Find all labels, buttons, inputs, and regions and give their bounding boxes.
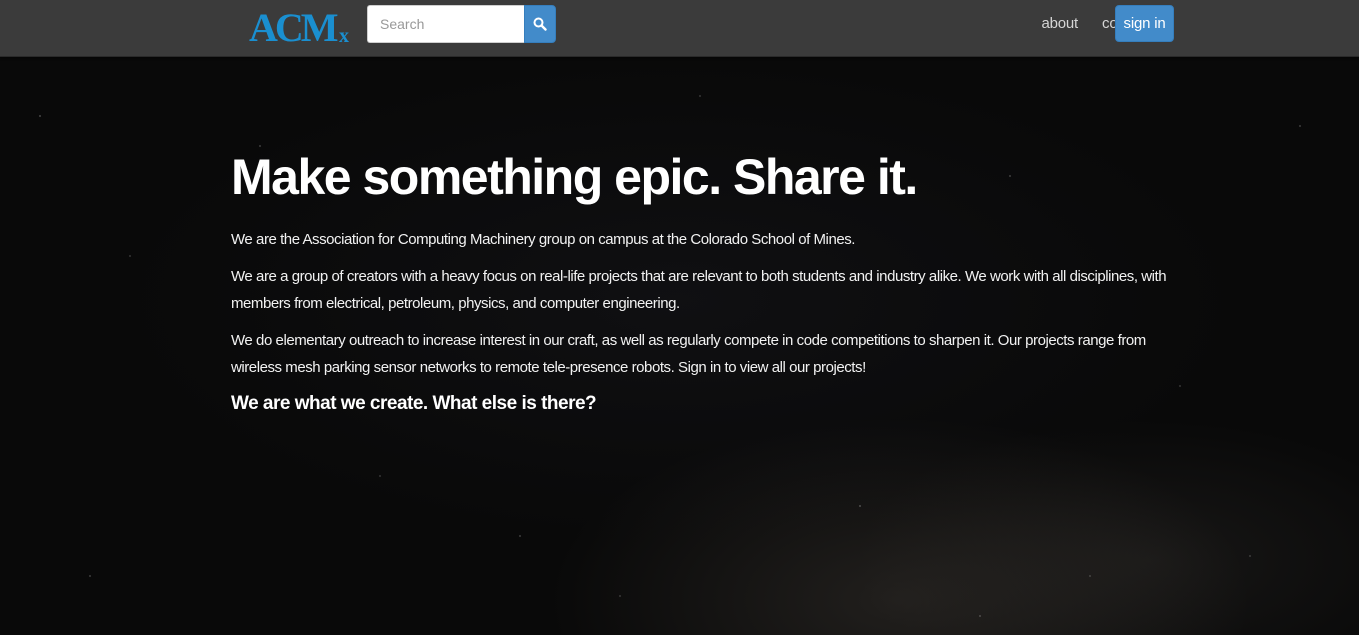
hero-section: Make something epic. Share it. We are th… — [231, 140, 1191, 417]
hero-tagline: We are what we create. What else is ther… — [231, 393, 597, 414]
hero-paragraph-intro: We are the Association for Computing Mac… — [231, 231, 855, 248]
acmx-logo[interactable]: ACM x — [249, 6, 359, 46]
hero-paragraph-focus: We are a group of creators with a heavy … — [231, 268, 1167, 312]
hero-paragraph-outreach: We do elementary outreach to increase in… — [231, 332, 1146, 376]
nav-link-about[interactable]: about — [1041, 15, 1078, 32]
acmx-logo-graphic: ACM x — [249, 6, 349, 46]
search-button[interactable] — [524, 5, 556, 43]
search-form — [367, 5, 556, 43]
navbar: ACM x about contact sign in — [0, 0, 1359, 57]
logo-letters: ACM — [249, 6, 338, 46]
page: ACM x about contact sign in Make somethi… — [0, 0, 1359, 635]
sign-in-button[interactable]: sign in — [1115, 5, 1174, 42]
search-input[interactable] — [367, 5, 524, 43]
hero-title: Make something epic. Share it. — [231, 149, 918, 205]
search-icon — [533, 17, 547, 31]
logo-x: x — [339, 25, 349, 46]
